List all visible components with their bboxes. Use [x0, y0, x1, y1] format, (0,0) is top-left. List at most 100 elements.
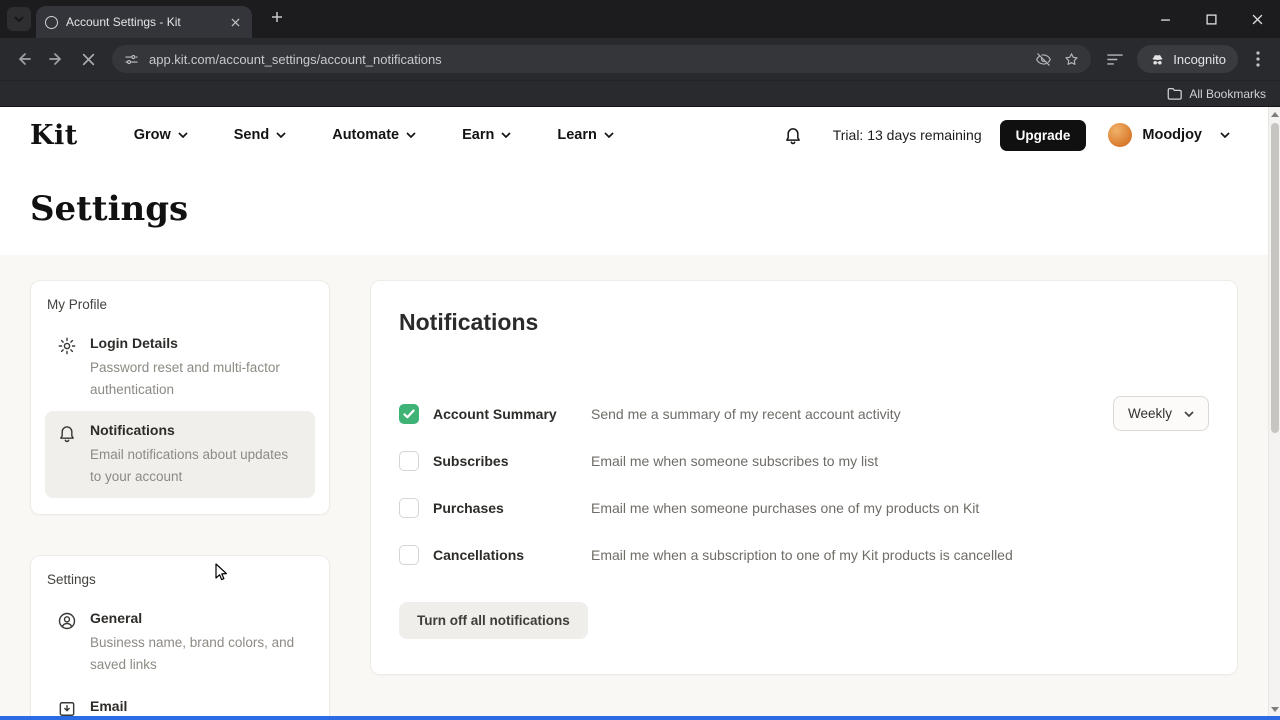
- nav-item-send[interactable]: Send: [234, 127, 286, 143]
- chevron-down-icon: [178, 132, 188, 138]
- nav-item-learn[interactable]: Learn: [557, 127, 614, 143]
- notification-row-cancellations: Cancellations Email me when a subscripti…: [399, 531, 1209, 578]
- chevron-down-icon: [276, 132, 286, 138]
- kit-nav: Kit Grow Send Automate Earn Learn Trial:…: [0, 107, 1280, 163]
- turn-off-all-notifications-button[interactable]: Turn off all notifications: [399, 602, 588, 639]
- purchases-checkbox[interactable]: [399, 497, 419, 518]
- settings-sidebar: My Profile Login Details Password reset …: [30, 280, 330, 716]
- folder-icon: [1167, 88, 1183, 100]
- incognito-spy-icon: [1152, 54, 1163, 65]
- eye-off-icon[interactable]: [1029, 45, 1057, 73]
- incognito-label: Incognito: [1173, 51, 1226, 67]
- minimize-button[interactable]: [1142, 0, 1188, 38]
- kit-nav-right: Trial: 13 days remaining Upgrade Moodjoy: [783, 119, 1230, 151]
- maximize-button[interactable]: [1188, 0, 1234, 38]
- browser-window: Account Settings - Kit app.kit.com/accou…: [0, 0, 1280, 720]
- bell-icon: [57, 423, 77, 443]
- sidebar-item-desc: Password reset and multi-factor authenti…: [90, 360, 280, 397]
- nav-item-label: Grow: [133, 127, 171, 143]
- nav-item-label: Earn: [462, 127, 495, 143]
- incognito-badge: Incognito: [1137, 45, 1238, 73]
- nav-item-earn[interactable]: Earn: [462, 127, 511, 143]
- scrollbar-thumb[interactable]: [1270, 123, 1279, 433]
- new-tab-button[interactable]: [264, 4, 290, 30]
- notification-row-subscribes: Subscribes Email me when someone subscri…: [399, 437, 1209, 484]
- person-circle-icon: [57, 611, 77, 631]
- page-scrollbar[interactable]: [1268, 107, 1280, 716]
- row-label: Cancellations: [433, 546, 525, 563]
- sidebar-item-notifications[interactable]: Notifications Email notifications about …: [45, 411, 315, 499]
- page-title: Settings: [30, 189, 189, 229]
- email-icon: [57, 699, 77, 716]
- sidebar-item-label: Notifications: [90, 422, 175, 439]
- cancellations-checkbox[interactable]: [399, 544, 419, 565]
- sidebar-item-general[interactable]: General Business name, brand colors, and…: [45, 599, 315, 686]
- page-viewport: Kit Grow Send Automate Earn Learn Trial:…: [0, 107, 1280, 716]
- back-button[interactable]: [8, 43, 40, 75]
- trial-countdown: Trial: 13 days remaining: [832, 127, 982, 143]
- panel-title: Notifications: [399, 309, 539, 335]
- notifications-panel: Notifications Account Summary Send me a …: [370, 280, 1238, 675]
- stop-loading-button[interactable]: [72, 43, 104, 75]
- kit-logo[interactable]: Kit: [30, 120, 78, 151]
- nav-item-label: Send: [233, 127, 270, 143]
- close-button[interactable]: [1234, 0, 1280, 38]
- chevron-down-icon: [406, 132, 416, 138]
- row-label: Subscribes: [433, 452, 509, 469]
- row-desc: Email me when someone subscribes to my l…: [591, 452, 879, 469]
- notifications-bell-icon[interactable]: [783, 125, 803, 145]
- browser-titlebar: Account Settings - Kit: [0, 0, 1280, 38]
- side-panel-icon[interactable]: [1099, 43, 1131, 75]
- sidebar-item-desc: Business name, brand colors, and saved l…: [90, 635, 295, 672]
- frequency-select[interactable]: Weekly: [1112, 396, 1209, 431]
- row-desc: Email me when someone purchases one of m…: [591, 499, 980, 516]
- page-header: Settings: [0, 163, 1280, 255]
- frequency-value: Weekly: [1127, 406, 1172, 421]
- url-text[interactable]: app.kit.com/account_settings/account_not…: [149, 52, 1029, 67]
- tab-favicon: [45, 15, 58, 29]
- chevron-down-icon: [604, 132, 614, 138]
- sidebar-item-desc: Email notifications about updates to you…: [90, 447, 289, 484]
- nav-item-automate[interactable]: Automate: [332, 127, 416, 143]
- browser-menu-icon[interactable]: [1244, 43, 1272, 75]
- account-menu[interactable]: Moodjoy: [1142, 127, 1202, 143]
- kit-menu: Grow Send Automate Earn Learn: [134, 127, 614, 143]
- nav-item-label: Automate: [332, 127, 400, 143]
- sidebar-item-label: General: [90, 610, 143, 627]
- account-summary-checkbox[interactable]: [399, 403, 419, 424]
- check-icon: [403, 409, 415, 418]
- avatar[interactable]: [1108, 123, 1133, 147]
- scroll-up-arrow[interactable]: [1269, 107, 1280, 121]
- browser-tab[interactable]: Account Settings - Kit: [36, 6, 252, 38]
- nav-item-label: Learn: [557, 127, 597, 143]
- tab-search-button[interactable]: [7, 7, 31, 31]
- scroll-down-arrow[interactable]: [1269, 702, 1280, 716]
- sidebar-item-label: Login Details: [90, 335, 178, 351]
- upgrade-button[interactable]: Upgrade: [999, 119, 1087, 151]
- bookmarks-bar: All Bookmarks: [0, 80, 1280, 107]
- bookmark-star-icon[interactable]: [1057, 45, 1085, 73]
- chevron-down-icon: [14, 16, 24, 22]
- row-desc: Send me a summary of my recent account a…: [591, 405, 901, 422]
- forward-button[interactable]: [40, 43, 72, 75]
- window-controls: [1142, 0, 1280, 38]
- tab-close-icon[interactable]: [227, 14, 243, 30]
- settings-content: My Profile Login Details Password reset …: [0, 255, 1280, 716]
- chevron-down-icon[interactable]: [1220, 132, 1230, 138]
- nav-item-grow[interactable]: Grow: [134, 127, 188, 143]
- row-label: Purchases: [433, 499, 504, 516]
- sidebar-item-email[interactable]: Email: [45, 687, 315, 716]
- site-settings-icon[interactable]: [124, 52, 139, 67]
- address-bar[interactable]: app.kit.com/account_settings/account_not…: [112, 45, 1092, 73]
- settings-card: Settings General Business name, brand co…: [30, 555, 330, 716]
- browser-toolbar: app.kit.com/account_settings/account_not…: [0, 38, 1280, 80]
- all-bookmarks-label[interactable]: All Bookmarks: [1189, 87, 1266, 101]
- mouse-cursor: [212, 563, 230, 582]
- subscribes-checkbox[interactable]: [399, 450, 419, 471]
- chevron-down-icon: [501, 132, 511, 138]
- notification-row-account-summary: Account Summary Send me a summary of my …: [399, 390, 1209, 437]
- bottom-accent-bar: [0, 716, 1280, 720]
- card-title: My Profile: [47, 297, 108, 312]
- sidebar-item-login-details[interactable]: Login Details Password reset and multi-f…: [45, 324, 315, 411]
- notification-row-purchases: Purchases Email me when someone purchase…: [399, 484, 1209, 531]
